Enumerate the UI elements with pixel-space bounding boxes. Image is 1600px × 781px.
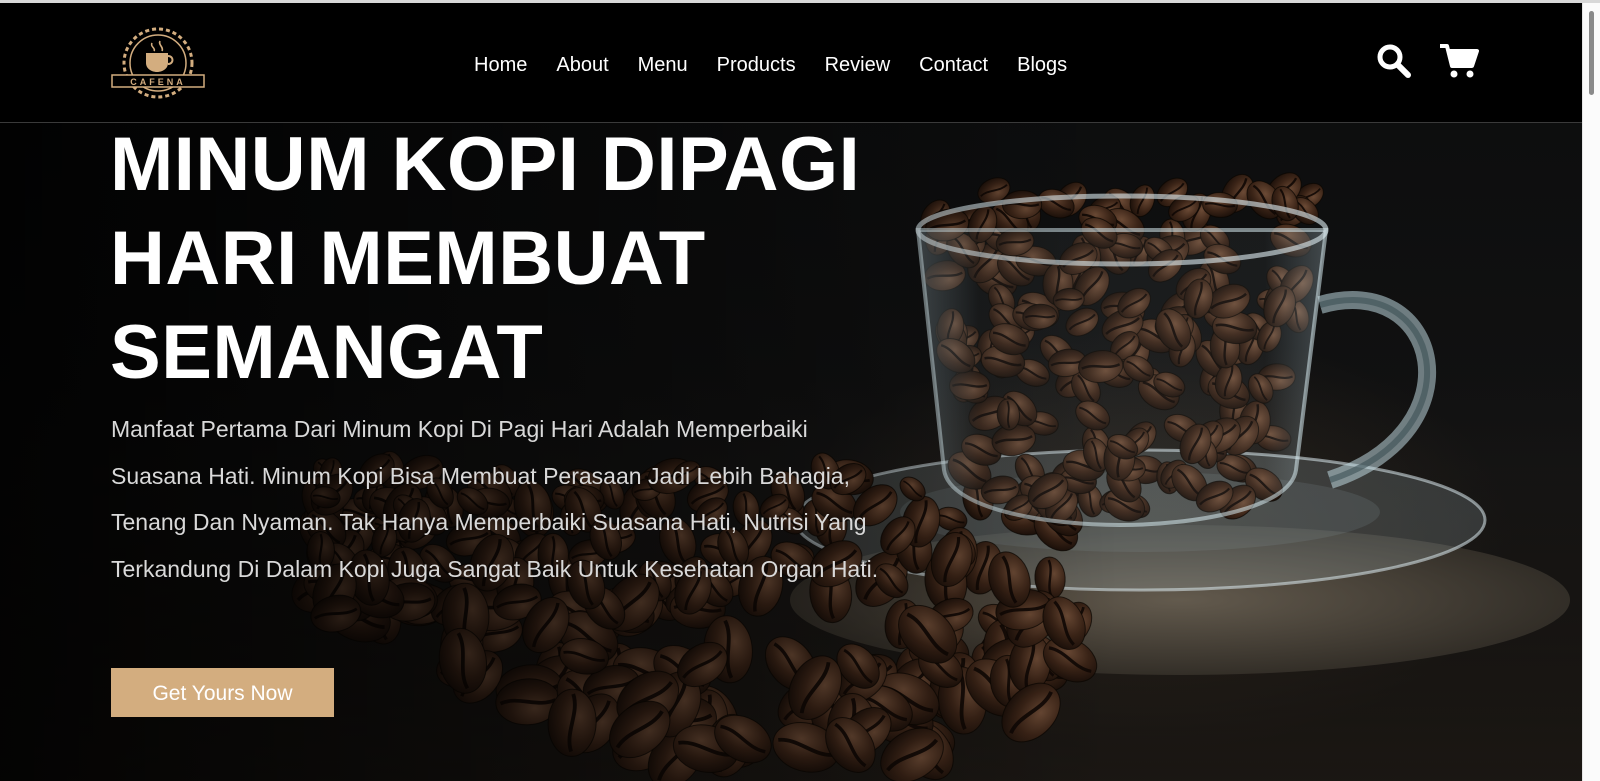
hero-title: MINUM KOPI DIPAGI HARI MEMBUAT SEMANGAT — [110, 118, 890, 400]
hero-title-line-2: HARI MEMBUAT — [110, 216, 706, 301]
hero-title-line-3: SEMANGAT — [110, 310, 544, 395]
hero-title-line-1: MINUM KOPI DIPAGI — [110, 122, 861, 207]
page: CAFENA Home About Menu Products Review C… — [0, 0, 1600, 781]
nav-item-review[interactable]: Review — [825, 53, 891, 77]
nav-item-products[interactable]: Products — [717, 53, 796, 77]
logo-text: CAFENA — [130, 77, 186, 87]
get-yours-now-button[interactable]: Get Yours Now — [111, 668, 334, 717]
scrollbar[interactable] — [1582, 3, 1600, 781]
nav-item-home[interactable]: Home — [474, 53, 527, 77]
scrollbar-thumb[interactable] — [1589, 11, 1594, 95]
hero-description: Manfaat Pertama Dari Minum Kopi Di Pagi … — [111, 416, 879, 582]
nav-item-menu[interactable]: Menu — [638, 53, 688, 77]
nav-links: Home About Menu Products Review Contact … — [474, 53, 1096, 77]
nav-item-about[interactable]: About — [556, 53, 608, 77]
window-top-edge — [0, 0, 1600, 3]
search-icon[interactable] — [1376, 43, 1412, 79]
navbar: CAFENA Home About Menu Products Review C… — [0, 3, 1600, 123]
cart-icon[interactable] — [1439, 43, 1479, 79]
nav-item-contact[interactable]: Contact — [919, 53, 988, 77]
cafena-logo[interactable]: CAFENA — [110, 23, 206, 103]
nav-item-blogs[interactable]: Blogs — [1017, 53, 1067, 77]
